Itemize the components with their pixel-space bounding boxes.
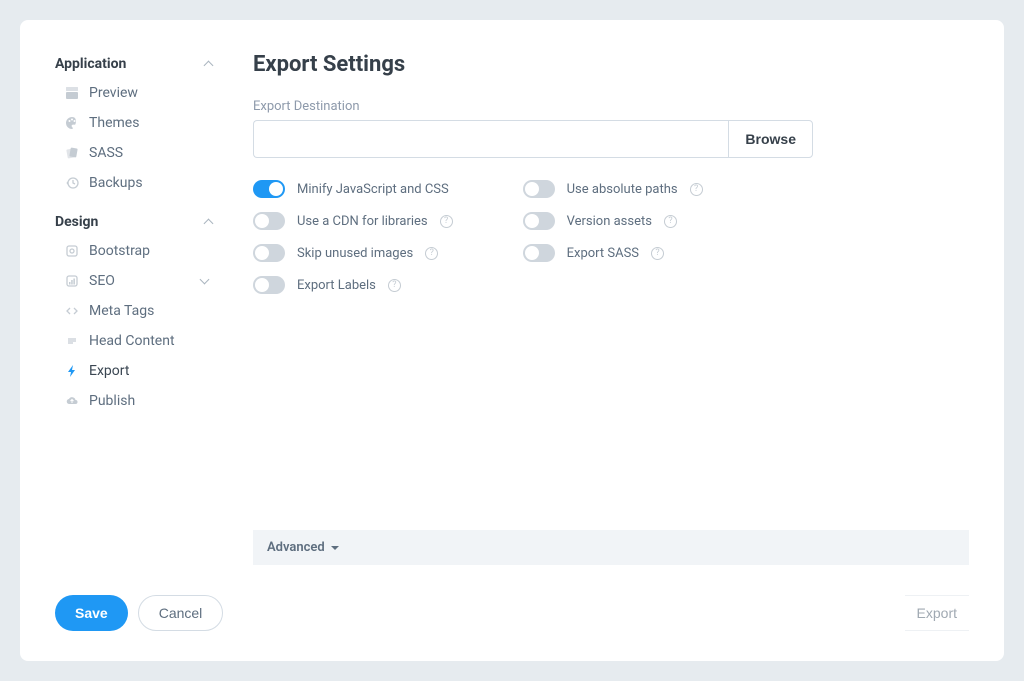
option-label: Version assets [567,214,652,229]
cloud-upload-icon [65,394,79,408]
option-label: Export Labels [297,278,376,293]
option-cdn: Use a CDN for libraries ? [253,212,453,230]
advanced-section-toggle[interactable]: Advanced [253,530,969,565]
help-icon[interactable]: ? [690,183,703,196]
help-icon[interactable]: ? [440,215,453,228]
help-icon[interactable]: ? [651,247,664,260]
sidebar-item-label: Preview [89,85,138,101]
advanced-label: Advanced [267,540,325,555]
bolt-icon [65,364,79,378]
sidebar-list-application: Preview Themes SASS [55,78,215,198]
sidebar-item-label: Export [89,363,129,379]
sidebar-item-backups[interactable]: Backups [55,168,215,198]
option-skip-images: Skip unused images ? [253,244,453,262]
sidebar-item-meta-tags[interactable]: Meta Tags [55,296,215,326]
sidebar-item-label: Head Content [89,333,175,349]
sidebar-item-label: SEO [89,273,115,289]
sidebar-item-label: SASS [89,145,123,161]
clapper-icon [65,86,79,100]
help-icon[interactable]: ? [388,279,401,292]
option-minify: Minify JavaScript and CSS [253,180,453,198]
toggle-version-assets[interactable] [523,212,555,230]
page-title: Export Settings [253,52,969,77]
sidebar-item-label: Themes [89,115,139,131]
options-grid: Minify JavaScript and CSS Use a CDN for … [253,180,969,294]
toggle-minify[interactable] [253,180,285,198]
option-export-sass: Export SASS ? [523,244,703,262]
option-label: Export SASS [567,246,639,261]
save-button[interactable]: Save [55,595,128,631]
sidebar-item-sass[interactable]: SASS [55,138,215,168]
cancel-button[interactable]: Cancel [138,595,224,631]
options-column-left: Minify JavaScript and CSS Use a CDN for … [253,180,453,294]
lines-icon [65,334,79,348]
toggle-export-sass[interactable] [523,244,555,262]
history-icon [65,176,79,190]
code-icon [65,304,79,318]
options-column-right: Use absolute paths ? Version assets ? Ex… [523,180,703,294]
sidebar-item-themes[interactable]: Themes [55,108,215,138]
toggle-export-labels[interactable] [253,276,285,294]
browse-button[interactable]: Browse [728,120,813,158]
export-button[interactable]: Export [905,595,969,631]
chevron-up-icon [205,59,215,69]
sidebar-item-label: Backups [89,175,143,191]
destination-row: Browse [253,120,813,158]
caret-down-icon [331,546,339,550]
chevron-down-icon [201,276,211,286]
option-absolute-paths: Use absolute paths ? [523,180,703,198]
sidebar-item-label: Meta Tags [89,303,154,319]
sidebar-item-preview[interactable]: Preview [55,78,215,108]
sidebar-list-design: Bootstrap SEO Meta Tags [55,236,215,416]
chevron-up-icon [205,217,215,227]
help-icon[interactable]: ? [425,247,438,260]
sidebar-item-label: Publish [89,393,135,409]
option-label: Skip unused images [297,246,413,261]
option-label: Minify JavaScript and CSS [297,182,449,197]
sidebar-item-head-content[interactable]: Head Content [55,326,215,356]
destination-input[interactable] [253,120,728,158]
sidebar-section-design[interactable]: Design [55,208,215,236]
settings-panel: Application Preview Themes [20,20,1004,661]
sidebar-item-export[interactable]: Export [55,356,215,386]
sidebar-item-publish[interactable]: Publish [55,386,215,416]
bootstrap-icon [65,244,79,258]
palette-icon [65,116,79,130]
option-label: Use absolute paths [567,182,678,197]
toggle-cdn[interactable] [253,212,285,230]
help-icon[interactable]: ? [664,215,677,228]
sidebar-section-label: Design [55,214,98,230]
content-area: Application Preview Themes [55,50,969,587]
main-content: Export Settings Export Destination Brows… [253,50,969,587]
destination-label: Export Destination [253,99,969,114]
sidebar: Application Preview Themes [55,50,215,587]
option-label: Use a CDN for libraries [297,214,428,229]
option-version-assets: Version assets ? [523,212,703,230]
sidebar-section-label: Application [55,56,126,72]
footer: Save Cancel Export [55,587,969,631]
sidebar-item-seo[interactable]: SEO [55,266,215,296]
cards-icon [65,146,79,160]
toggle-skip-images[interactable] [253,244,285,262]
option-export-labels: Export Labels ? [253,276,453,294]
sidebar-section-application[interactable]: Application [55,50,215,78]
sidebar-item-label: Bootstrap [89,243,150,259]
footer-left: Save Cancel [55,595,223,631]
sidebar-item-bootstrap[interactable]: Bootstrap [55,236,215,266]
chart-icon [65,274,79,288]
toggle-absolute-paths[interactable] [523,180,555,198]
